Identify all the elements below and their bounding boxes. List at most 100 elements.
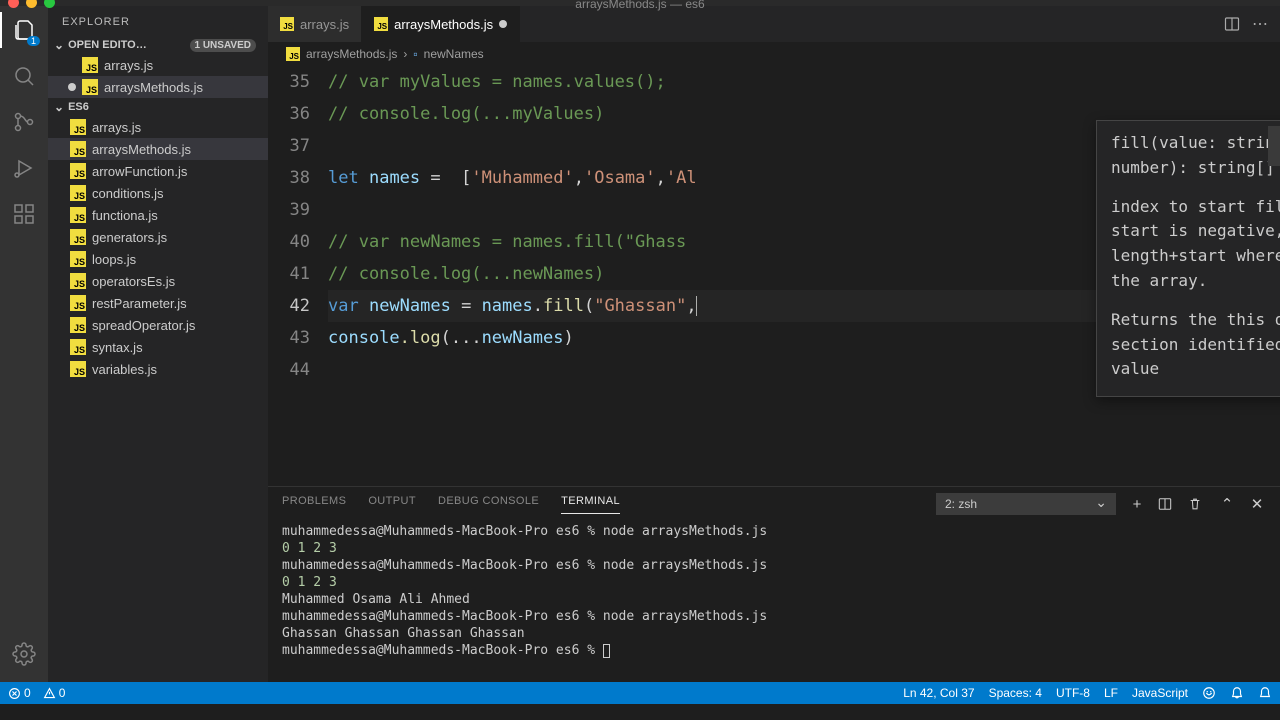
more-actions-icon[interactable]: ⋯ xyxy=(1252,14,1268,34)
explorer-icon[interactable]: 1 xyxy=(10,16,38,44)
file-tree-item[interactable]: JS loops.js xyxy=(48,248,268,270)
maximize-panel-icon[interactable]: ⌃ xyxy=(1218,495,1236,513)
open-editors-section[interactable]: ⌄ OPEN EDITO… 1 UNSAVED xyxy=(48,36,268,54)
open-editor-item[interactable]: JSarrays.js xyxy=(48,54,268,76)
panel-tab[interactable]: TERMINAL xyxy=(561,495,620,514)
js-file-icon: JS xyxy=(286,47,300,61)
status-feedback-icon[interactable] xyxy=(1230,686,1244,700)
js-file-icon: JS xyxy=(82,79,98,95)
status-encoding[interactable]: UTF-8 xyxy=(1056,686,1090,700)
breadcrumb-symbol[interactable]: newNames xyxy=(424,47,484,61)
js-file-icon: JS xyxy=(70,339,86,355)
status-ln-col[interactable]: Ln 42, Col 37 xyxy=(903,686,974,700)
status-language[interactable]: JavaScript xyxy=(1132,686,1188,700)
file-tree-item[interactable]: JS variables.js xyxy=(48,358,268,380)
file-tree-item[interactable]: JS functiona.js xyxy=(48,204,268,226)
terminal-line: Muhammed Osama Ali Ahmed xyxy=(282,591,1266,608)
terminal-line: muhammedessa@Muhammeds-MacBook-Pro es6 %… xyxy=(282,523,1266,540)
chevron-down-icon: ⌄ xyxy=(54,100,64,114)
chevron-right-icon: › xyxy=(403,47,407,61)
status-tweet-icon[interactable] xyxy=(1202,686,1216,700)
status-spaces[interactable]: Spaces: 4 xyxy=(989,686,1042,700)
terminal-line: Ghassan Ghassan Ghassan Ghassan xyxy=(282,625,1266,642)
editor-tab[interactable]: JSarraysMethods.js xyxy=(362,6,520,42)
file-name: arrowFunction.js xyxy=(92,164,187,179)
close-window-icon[interactable] xyxy=(8,0,19,8)
js-file-icon: JS xyxy=(70,251,86,267)
extensions-icon[interactable] xyxy=(10,200,38,228)
close-panel-icon[interactable]: ✕ xyxy=(1248,495,1266,513)
terminal-output[interactable]: muhammedessa@Muhammeds-MacBook-Pro es6 %… xyxy=(268,521,1280,682)
terminal-line: 0 1 2 3 xyxy=(282,540,1266,557)
terminal-line: muhammedessa@Muhammeds-MacBook-Pro es6 %… xyxy=(282,557,1266,574)
chevron-down-icon: ⌄ xyxy=(54,38,64,52)
source-control-icon[interactable] xyxy=(10,108,38,136)
file-tree-item[interactable]: JSrestParameter.js xyxy=(48,292,268,314)
status-eol[interactable]: LF xyxy=(1104,686,1118,700)
file-name: arrays.js xyxy=(92,120,141,135)
status-errors[interactable]: 0 xyxy=(8,686,31,700)
workspace-section[interactable]: ⌄ ES6 xyxy=(48,98,268,116)
file-tree-item[interactable]: JSarrays.js xyxy=(48,116,268,138)
panel-tab[interactable]: PROBLEMS xyxy=(282,495,346,514)
js-file-icon: JS xyxy=(70,361,86,377)
file-name: arraysMethods.js xyxy=(104,80,203,95)
file-tree-item[interactable]: JS spreadOperator.js xyxy=(48,314,268,336)
kill-terminal-icon[interactable] xyxy=(1188,497,1206,511)
js-file-icon: JS xyxy=(70,163,86,179)
js-file-icon: JS xyxy=(82,57,98,73)
minimize-window-icon[interactable] xyxy=(26,0,37,8)
breadcrumb-file[interactable]: arraysMethods.js xyxy=(306,47,397,61)
file-tree-item[interactable]: JSsyntax.js xyxy=(48,336,268,358)
status-bar: 0 0 Ln 42, Col 37 Spaces: 4 UTF-8 LF Jav… xyxy=(0,682,1280,704)
traffic-lights xyxy=(8,0,55,8)
new-terminal-icon[interactable]: + xyxy=(1128,496,1146,513)
return-doc: Returns the this object after filling th… xyxy=(1111,308,1280,382)
js-file-icon: JS xyxy=(70,207,86,223)
panel-tab[interactable]: OUTPUT xyxy=(368,495,416,514)
js-file-icon: JS xyxy=(70,185,86,201)
tabs-actions: ⋯ xyxy=(1224,6,1280,42)
file-tree-item[interactable]: JS conditions.js xyxy=(48,182,268,204)
file-name: arraysMethods.js xyxy=(92,142,191,157)
activity-bar: 1 xyxy=(0,6,48,682)
line-number-gutter: 35363738394041424344 xyxy=(268,66,328,486)
open-editor-item[interactable]: JS arraysMethods.js xyxy=(48,76,268,98)
js-file-icon: JS xyxy=(70,273,86,289)
workspace-label: ES6 xyxy=(68,101,89,113)
editor-group: JSarrays.jsJSarraysMethods.js ⋯ JS array… xyxy=(268,6,1280,682)
maximize-window-icon[interactable] xyxy=(44,0,55,8)
file-tree-item[interactable]: JSgenerators.js xyxy=(48,226,268,248)
split-editor-icon[interactable] xyxy=(1224,16,1240,32)
file-name: spreadOperator.js xyxy=(92,318,195,333)
file-name: conditions.js xyxy=(92,186,164,201)
explorer-badge: 1 xyxy=(27,36,40,46)
file-name: restParameter.js xyxy=(92,296,187,311)
unsaved-badge: 1 UNSAVED xyxy=(190,39,257,52)
signature-help-tooltip: fill(value: string, start?: number, end?… xyxy=(1096,120,1280,397)
param-doc: index to start filling the array at. If … xyxy=(1111,195,1280,294)
file-name: functiona.js xyxy=(92,208,158,223)
editor-tab[interactable]: JSarrays.js xyxy=(268,6,362,42)
panel-tabs: PROBLEMS OUTPUT DEBUG CONSOLE TERMINAL 2: z… xyxy=(268,487,1280,521)
split-terminal-icon[interactable] xyxy=(1158,497,1176,511)
breadcrumb[interactable]: JS arraysMethods.js › ▫ newNames xyxy=(268,42,1280,66)
minimap[interactable] xyxy=(1268,126,1280,166)
terminal-selector[interactable]: 2: zsh xyxy=(936,493,1116,515)
dirty-indicator-icon xyxy=(499,20,507,28)
panel-tab[interactable]: DEBUG CONSOLE xyxy=(438,495,539,514)
run-debug-icon[interactable] xyxy=(10,154,38,182)
settings-gear-icon[interactable] xyxy=(10,640,38,668)
file-tree-item[interactable]: JSarraysMethods.js xyxy=(48,138,268,160)
js-file-icon: JS xyxy=(70,317,86,333)
file-name: loops.js xyxy=(92,252,136,267)
status-warnings[interactable]: 0 xyxy=(43,686,66,700)
bottom-panel: PROBLEMS OUTPUT DEBUG CONSOLE TERMINAL 2: z… xyxy=(268,486,1280,682)
code-editor[interactable]: 35363738394041424344 // var myValues = n… xyxy=(268,66,1280,486)
title-bar: arraysMethods.js — es6 xyxy=(0,0,1280,6)
file-name: variables.js xyxy=(92,362,157,377)
status-bell-icon[interactable] xyxy=(1258,686,1272,700)
file-tree-item[interactable]: JS arrowFunction.js xyxy=(48,160,268,182)
file-tree-item[interactable]: JSoperatorsEs.js xyxy=(48,270,268,292)
search-icon[interactable] xyxy=(10,62,38,90)
